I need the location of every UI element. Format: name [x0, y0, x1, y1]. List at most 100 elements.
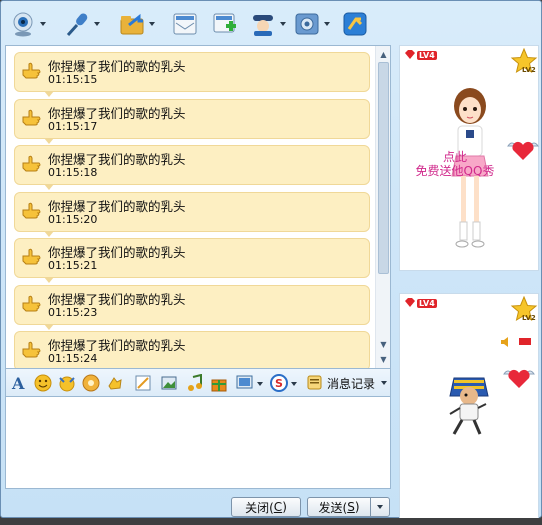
- message-input[interactable]: [5, 397, 391, 489]
- format-toolbar: A S 消息记录: [5, 369, 391, 397]
- chevron-down-icon[interactable]: [40, 22, 46, 26]
- close-button[interactable]: 关闭(C): [231, 497, 301, 517]
- hand-pointing-icon: [22, 109, 41, 125]
- font-icon[interactable]: A: [10, 374, 28, 393]
- chevron-down-icon[interactable]: [149, 22, 155, 26]
- message-item: 你捏爆了我们的歌的乳头 01:15:15: [14, 52, 370, 97]
- send-button-label: 发送(: [318, 500, 348, 515]
- transfer-button[interactable]: [341, 7, 369, 41]
- gift-icon[interactable]: [210, 374, 228, 392]
- email-icon: [171, 10, 199, 38]
- send-button[interactable]: 发送(S): [307, 497, 371, 517]
- message-item: 你捏爆了我们的歌的乳头 01:15:17: [14, 98, 370, 144]
- close-button-label: 关闭(: [245, 500, 274, 515]
- message-time: 01:15:20: [48, 212, 98, 226]
- doodle-icon[interactable]: [134, 374, 152, 392]
- chevron-down-icon[interactable]: [280, 22, 286, 26]
- bubble-tail: [44, 91, 54, 97]
- diamond-icon: [405, 298, 415, 307]
- message-item: 你捏爆了我们的歌的乳头 01:15:24: [14, 331, 370, 368]
- animated-emoji-icon[interactable]: [82, 374, 100, 392]
- message-record-button[interactable]: 消息记录: [306, 372, 388, 394]
- message-list: 你捏爆了我们的歌的乳头 01:15:15 你捏爆了我们的歌的乳头 01:15:17 你捏…: [6, 46, 376, 368]
- image-icon[interactable]: [160, 374, 178, 392]
- diamond-icon: [405, 50, 415, 59]
- bubble-tail: [44, 323, 54, 330]
- shake-icon[interactable]: [106, 374, 124, 392]
- scrollbar-thumb[interactable]: [378, 62, 389, 274]
- app-settings-button[interactable]: [293, 7, 330, 41]
- send-file-icon: [118, 10, 146, 38]
- star-badge: LV2: [510, 47, 538, 76]
- flag-icon: [519, 338, 531, 345]
- svg-text:S: S: [275, 377, 283, 390]
- chevron-down-icon[interactable]: [94, 22, 100, 26]
- avatar-pharaoh: [449, 377, 489, 435]
- message-time: 01:15:18: [48, 166, 98, 179]
- hand-pointing-icon: [22, 155, 41, 172]
- speaker-icon: [501, 337, 508, 347]
- scroll-up-button[interactable]: ▲: [377, 48, 390, 61]
- winged-heart-icon[interactable]: [502, 366, 536, 393]
- chevron-down-icon[interactable]: [381, 381, 388, 385]
- send-file-button[interactable]: [118, 7, 155, 41]
- hand-pointing-icon: [22, 248, 41, 265]
- create-group-icon: [211, 10, 239, 38]
- hand-pointing-icon: [22, 62, 41, 79]
- message-record-icon: [307, 375, 322, 390]
- taskbar-strip: [0, 518, 542, 525]
- chevron-down-icon[interactable]: [324, 22, 330, 26]
- message-time: 01:15:23: [48, 305, 98, 319]
- bubble-tail: [44, 137, 54, 144]
- hand-pointing-icon: [22, 202, 41, 218]
- soso-search-button[interactable]: S: [270, 374, 298, 392]
- webcam-button[interactable]: [9, 7, 46, 41]
- scroll-down-button[interactable]: ▼: [377, 338, 390, 351]
- star-badge: LV2: [510, 295, 538, 324]
- create-group-button[interactable]: [211, 7, 239, 41]
- winged-heart-icon[interactable]: [506, 138, 540, 165]
- send-options-button[interactable]: [370, 497, 390, 517]
- remote-assist-button[interactable]: [249, 7, 286, 41]
- message-time: 01:15:24: [48, 352, 98, 365]
- webcam-icon: [9, 10, 37, 38]
- app-settings-icon: [293, 10, 321, 38]
- message-time: 01:15:21: [48, 259, 98, 272]
- chat-history[interactable]: 你捏爆了我们的歌的乳头 01:15:15 你捏爆了我们的歌的乳头 01:15:17 你捏…: [5, 45, 391, 369]
- message-item: 你捏爆了我们的歌的乳头 01:15:18: [14, 145, 370, 190]
- microphone-icon: [63, 10, 91, 38]
- send-button-key: S: [347, 500, 355, 514]
- my-show-panel[interactable]: LV4 LV2: [399, 293, 539, 519]
- hand-pointing-icon: [22, 341, 41, 358]
- message-time: 01:15:17: [48, 119, 98, 133]
- email-button[interactable]: [171, 7, 199, 41]
- bubble-tail: [44, 184, 54, 190]
- bubble-tail: [44, 230, 54, 237]
- screenshot-button[interactable]: [236, 374, 264, 392]
- hand-pointing-icon: [22, 295, 41, 311]
- scrollbar[interactable]: ▲ ▼ ▼: [375, 46, 390, 368]
- promo-line-2: 免费送他QQ秀: [415, 164, 495, 178]
- chevron-down-icon: [377, 505, 383, 509]
- level-badge: LV4: [404, 50, 437, 60]
- promo-line-1: 点此: [442, 150, 467, 164]
- bubble-tail: [44, 277, 54, 283]
- contact-show-panel[interactable]: LV4 LV2 点此 免费送他QQ秀: [399, 45, 539, 271]
- voice-button[interactable]: [63, 7, 100, 41]
- remote-assist-icon: [249, 10, 277, 38]
- magic-emoji-icon[interactable]: [58, 374, 76, 392]
- scroll-bottom-button[interactable]: ▼: [377, 353, 390, 366]
- message-record-label: 消息记录: [327, 376, 376, 391]
- close-button-key: C: [273, 500, 283, 514]
- sound-toggle[interactable]: [500, 336, 532, 348]
- qq-show-promo[interactable]: 点此 免费送他QQ秀: [400, 150, 510, 178]
- emoji-icon[interactable]: [34, 374, 52, 392]
- message-item: 你捏爆了我们的歌的乳头 01:15:20: [14, 191, 370, 237]
- toolbar: [5, 7, 385, 41]
- message-time: 01:15:15: [48, 73, 98, 86]
- chat-window: 你捏爆了我们的歌的乳头 01:15:15 你捏爆了我们的歌的乳头 01:15:17 你捏…: [0, 0, 542, 519]
- transfer-icon: [341, 10, 369, 38]
- message-item: 你捏爆了我们的歌的乳头 01:15:23: [14, 284, 370, 330]
- music-icon[interactable]: [186, 373, 204, 392]
- message-item: 你捏爆了我们的歌的乳头 01:15:21: [14, 238, 370, 283]
